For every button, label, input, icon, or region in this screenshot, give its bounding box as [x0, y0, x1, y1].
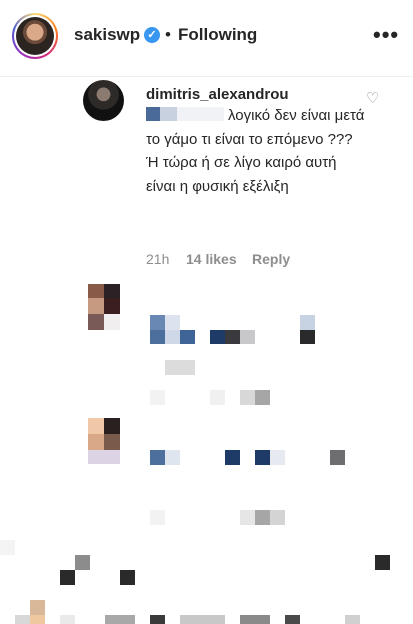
separator-dot: •	[165, 25, 171, 44]
like-heart-icon[interactable]: ♡	[366, 89, 379, 107]
comment-avatar[interactable]	[83, 80, 124, 121]
comment-text: λογικό δεν είναι μετά το γάμο τι είναι τ…	[146, 107, 365, 195]
verified-badge-icon: ✓	[144, 27, 160, 43]
post-header: sakiswp ✓ • Following •••	[0, 0, 413, 77]
comment-likes[interactable]: 14 likes	[186, 251, 237, 267]
comment-time: 21h	[146, 251, 170, 267]
following-button[interactable]: Following	[178, 25, 257, 45]
more-options-icon[interactable]: •••	[373, 22, 399, 48]
profile-avatar[interactable]	[12, 13, 58, 59]
header-username[interactable]: sakiswp	[74, 25, 140, 45]
reply-button[interactable]: Reply	[252, 251, 290, 267]
blurred-mention[interactable]	[146, 107, 224, 121]
comment-username[interactable]: dimitris_alexandrou	[146, 86, 289, 103]
pixelated-avatar	[88, 284, 104, 298]
pixelated-avatar	[88, 418, 104, 434]
